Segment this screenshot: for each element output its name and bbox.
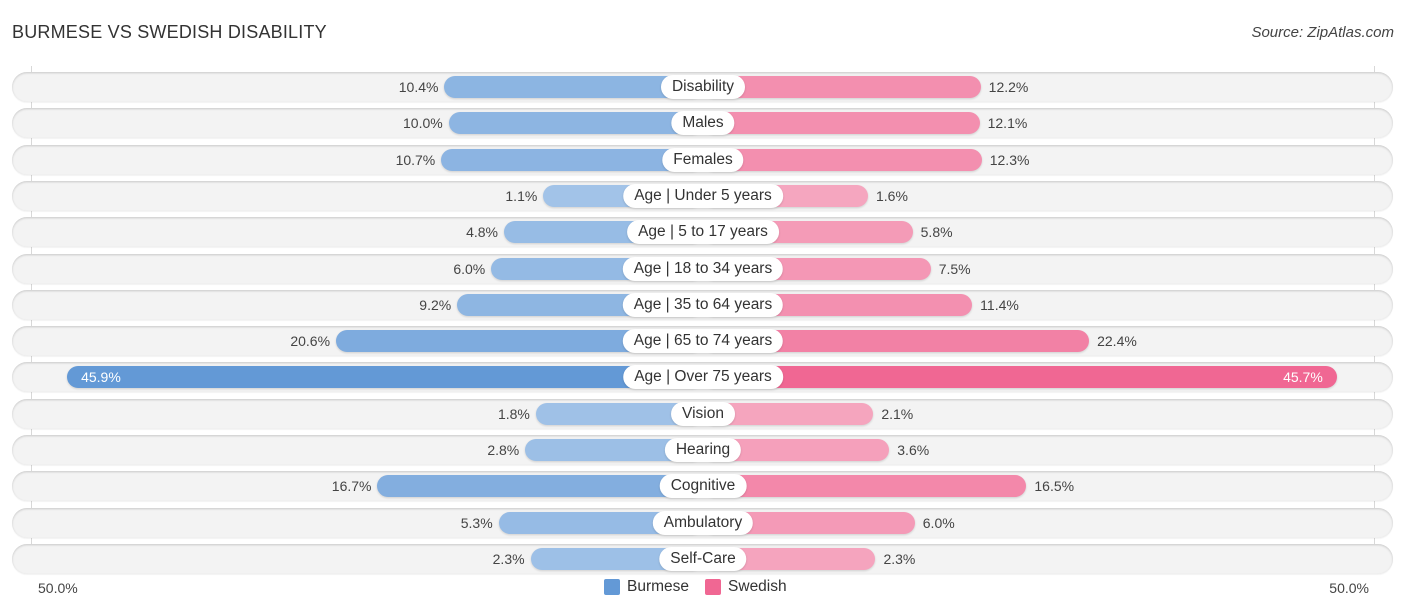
category-label: Disability bbox=[660, 75, 746, 99]
category-label: Females bbox=[662, 147, 744, 172]
value-label-swedish: 2.3% bbox=[883, 550, 916, 567]
bar-swedish[interactable] bbox=[703, 148, 982, 171]
category-label: Age | Over 75 years bbox=[623, 365, 783, 390]
value-label-burmese: 2.3% bbox=[492, 550, 525, 567]
legend-item-burmese[interactable]: Burmese bbox=[604, 578, 689, 596]
bar-burmese[interactable] bbox=[67, 366, 703, 389]
value-label-burmese: 20.6% bbox=[290, 333, 331, 350]
value-label-swedish: 6.0% bbox=[922, 514, 955, 531]
bar-swedish[interactable] bbox=[703, 475, 1027, 498]
value-label-swedish: 2.1% bbox=[881, 405, 914, 422]
bar-swedish[interactable] bbox=[703, 366, 1337, 389]
value-label-burmese: 10.4% bbox=[398, 79, 439, 95]
value-label-burmese: 16.7% bbox=[331, 478, 372, 495]
value-label-swedish: 11.4% bbox=[980, 296, 1019, 313]
value-label-swedish: 16.5% bbox=[1034, 478, 1075, 495]
category-label: Vision bbox=[671, 401, 735, 426]
category-label: Age | Under 5 years bbox=[623, 183, 783, 208]
category-label: Cognitive bbox=[659, 474, 747, 499]
legend-swatch-burmese bbox=[604, 579, 620, 595]
value-label-swedish: 12.1% bbox=[987, 115, 1028, 132]
value-label-swedish: 5.8% bbox=[920, 224, 953, 241]
value-label-swedish: 3.6% bbox=[897, 442, 930, 458]
value-label-burmese: 9.2% bbox=[419, 296, 452, 313]
value-label-burmese: 2.8% bbox=[487, 442, 520, 458]
category-label: Hearing bbox=[664, 438, 742, 462]
bar-burmese[interactable] bbox=[377, 475, 703, 498]
category-label: Age | 5 to 17 years bbox=[627, 220, 779, 245]
value-label-swedish: 12.3% bbox=[989, 151, 1030, 168]
value-label-burmese: 4.8% bbox=[466, 224, 498, 241]
value-label-burmese: 10.0% bbox=[403, 115, 443, 132]
category-label: Ambulatory bbox=[652, 510, 754, 535]
value-label-swedish: 7.5% bbox=[938, 260, 971, 277]
category-label: Males bbox=[671, 111, 735, 136]
category-label: Age | 35 to 64 years bbox=[622, 292, 784, 317]
legend-item-swedish[interactable]: Swedish bbox=[705, 578, 787, 596]
value-label-swedish: 22.4% bbox=[1097, 333, 1137, 350]
value-label-swedish: 1.6% bbox=[876, 187, 908, 204]
axis-label-right: 50.0% bbox=[1329, 580, 1369, 596]
value-label-burmese: 6.0% bbox=[453, 260, 486, 277]
axis-label-left: 50.0% bbox=[38, 580, 78, 596]
legend-label-burmese: Burmese bbox=[627, 578, 690, 595]
bar-burmese[interactable] bbox=[448, 112, 703, 135]
value-label-burmese: 1.1% bbox=[505, 187, 538, 204]
value-label-burmese: 5.3% bbox=[460, 514, 493, 531]
category-label: Self-Care bbox=[659, 546, 747, 571]
value-label-burmese: 10.7% bbox=[395, 151, 436, 168]
value-label-burmese: 45.9% bbox=[81, 369, 121, 386]
legend-label-swedish: Swedish bbox=[728, 578, 787, 595]
bar-swedish[interactable] bbox=[703, 112, 980, 135]
value-label-swedish: 45.7% bbox=[1283, 369, 1323, 386]
category-label: Age | 65 to 74 years bbox=[622, 329, 784, 354]
value-label-swedish: 12.2% bbox=[988, 79, 1029, 95]
legend-swatch-swedish bbox=[705, 579, 722, 595]
category-label: Age | 18 to 34 years bbox=[622, 256, 784, 281]
chart-title: BURMESE VS SWEDISH DISABILITY bbox=[12, 22, 327, 42]
source-label: Source: ZipAtlas.com bbox=[1251, 24, 1394, 41]
value-label-burmese: 1.8% bbox=[497, 405, 530, 422]
legend: Burmese Swedish bbox=[604, 578, 797, 596]
